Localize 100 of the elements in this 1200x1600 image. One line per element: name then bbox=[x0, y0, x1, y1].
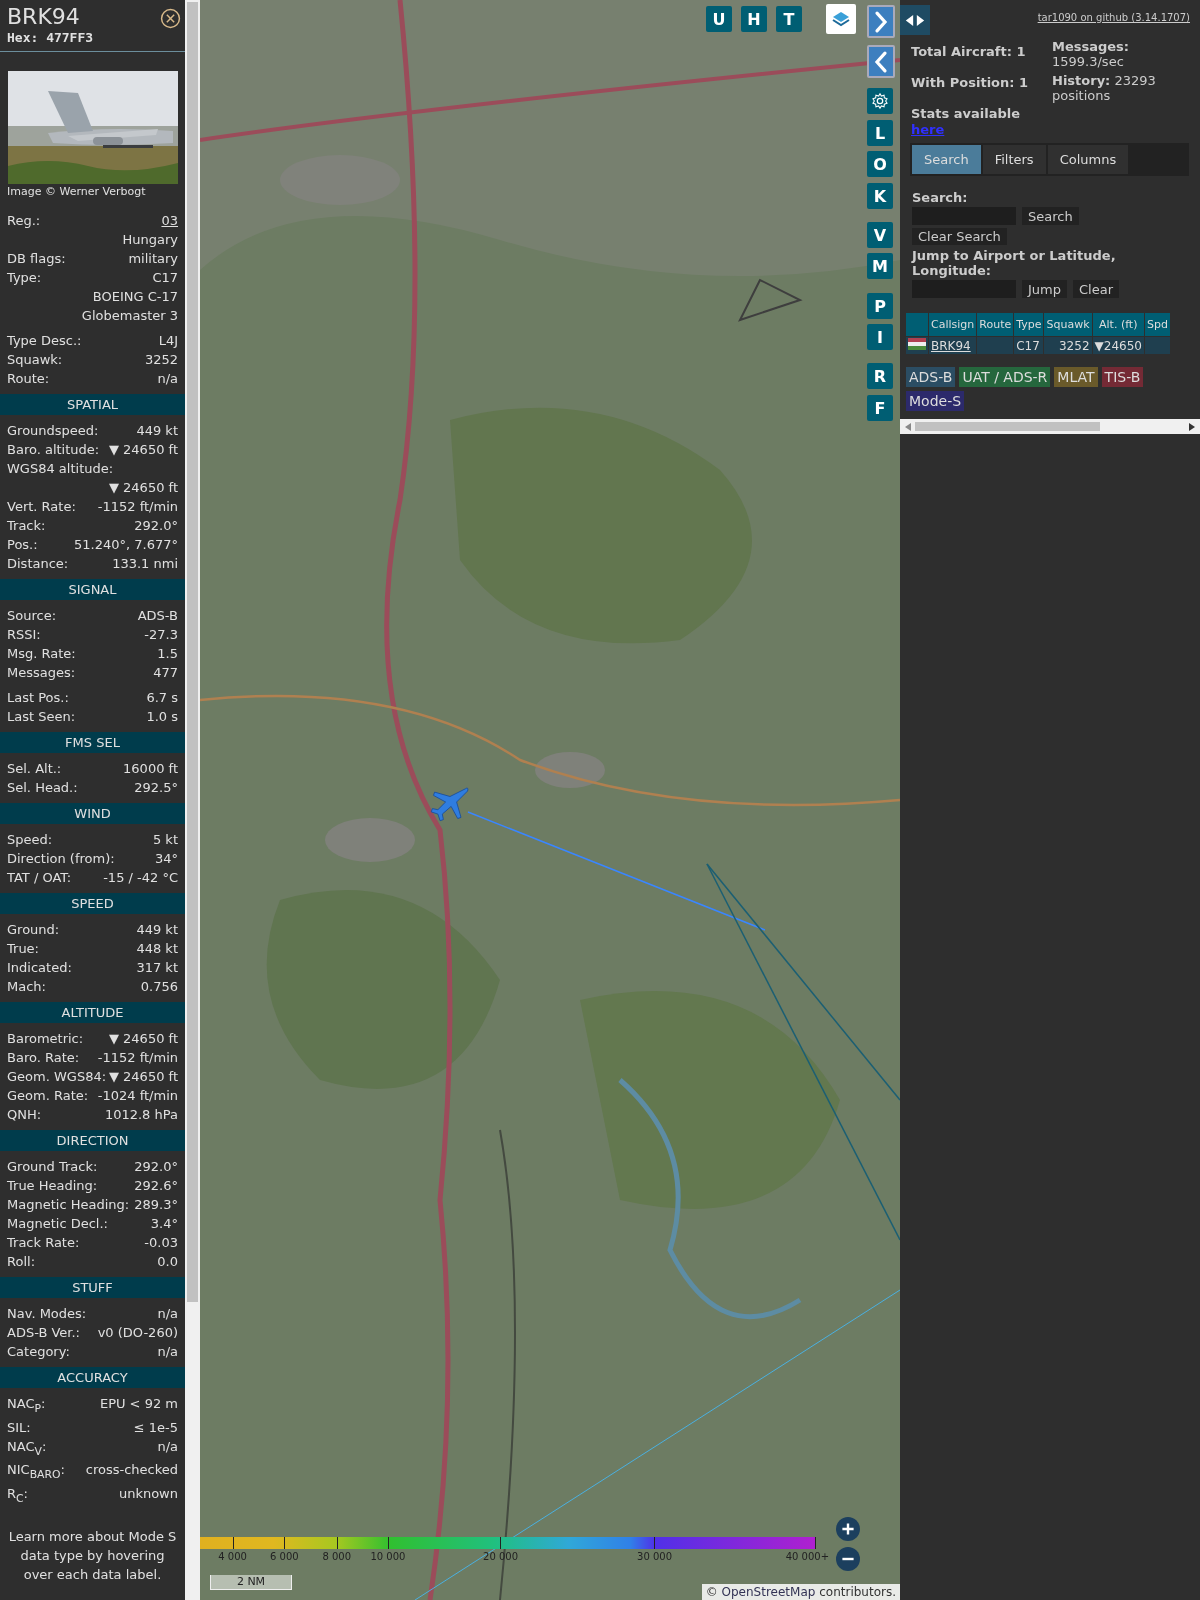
field-value: 3.4° bbox=[150, 1215, 178, 1233]
search-button[interactable]: Search bbox=[1022, 207, 1079, 225]
map-button[interactable]: I bbox=[867, 324, 893, 350]
github-link[interactable]: tar1090 on github (3.14.1707) bbox=[1037, 12, 1190, 23]
scroll-left-icon[interactable] bbox=[905, 422, 911, 431]
next-button[interactable] bbox=[867, 5, 895, 38]
map-button[interactable]: H bbox=[741, 6, 767, 32]
column-header[interactable]: Spd bbox=[1144, 313, 1170, 336]
settings-button[interactable] bbox=[867, 88, 893, 114]
toggle-panel-button[interactable] bbox=[900, 5, 930, 35]
tab[interactable]: Columns bbox=[1047, 145, 1129, 174]
field-label: Geom. Rate: bbox=[7, 1087, 89, 1105]
field-label: Type Desc.: bbox=[7, 332, 82, 350]
jump-button[interactable]: Jump bbox=[1022, 280, 1067, 298]
field-label: TAT / OAT: bbox=[7, 869, 72, 887]
stat-text: Messages: 1599.3/sec bbox=[1052, 39, 1131, 69]
field-label: Pos.: bbox=[7, 536, 38, 554]
source-legend-tag: MLAT bbox=[1054, 367, 1098, 387]
field-label: Ground: bbox=[7, 921, 60, 939]
field-value: -1024 ft/min bbox=[97, 1087, 178, 1105]
scale-label: 20 000 bbox=[483, 1551, 519, 1562]
field-value: military bbox=[128, 250, 178, 268]
field-label: Last Pos.: bbox=[7, 689, 69, 707]
field-label: Direction (from): bbox=[7, 850, 115, 868]
field-label: Nav. Modes: bbox=[7, 1305, 87, 1323]
map-button[interactable]: L bbox=[867, 120, 893, 146]
column-header[interactable]: Squawk bbox=[1044, 313, 1092, 336]
field-label: NAC$_{V}$: bbox=[7, 1437, 47, 1460]
plus-icon bbox=[840, 1521, 856, 1537]
scrollbar[interactable] bbox=[900, 419, 1200, 434]
map-button[interactable]: P bbox=[867, 293, 893, 319]
field-label: Reg.: bbox=[7, 212, 41, 230]
field-value: n/a bbox=[157, 1305, 178, 1323]
tab[interactable]: Filters bbox=[982, 145, 1046, 174]
layers-button[interactable] bbox=[826, 4, 856, 34]
field-value: 1.5 bbox=[157, 645, 178, 663]
registration-link[interactable]: 03 bbox=[161, 211, 178, 230]
field-value: 51.240°, 7.677° bbox=[74, 536, 178, 554]
image-credit: Image © Werner Verbogt bbox=[6, 184, 147, 199]
field-value: 133.1 nmi bbox=[112, 555, 178, 573]
table-cell: 3252 bbox=[1044, 337, 1092, 354]
field-label: SIL: bbox=[7, 1418, 31, 1437]
field-label: Groundspeed: bbox=[7, 422, 99, 440]
section-header: WIND bbox=[0, 803, 185, 824]
field-value: 1.0 s bbox=[146, 708, 178, 726]
map-button[interactable]: R bbox=[867, 363, 893, 389]
field-label: QNH: bbox=[7, 1106, 42, 1124]
field-label: Magnetic Heading: bbox=[7, 1196, 130, 1214]
field-label: Type: bbox=[7, 269, 42, 287]
field-value: 449 kt bbox=[136, 921, 178, 939]
field-value: 289.3° bbox=[134, 1196, 178, 1214]
section-header: SPEED bbox=[0, 893, 185, 914]
field-value: 448 kt bbox=[136, 940, 178, 958]
map-button[interactable]: V bbox=[867, 222, 893, 248]
clear-search-button[interactable]: Clear Search bbox=[912, 228, 1007, 245]
map-button[interactable]: F bbox=[867, 395, 893, 421]
clear-button[interactable]: Clear bbox=[1073, 280, 1119, 298]
map-button[interactable]: K bbox=[867, 183, 893, 209]
column-header[interactable]: Alt. (ft) bbox=[1092, 313, 1144, 336]
field-value: 3252 bbox=[144, 351, 178, 369]
map-button[interactable]: M bbox=[867, 253, 893, 279]
close-icon[interactable] bbox=[160, 8, 181, 29]
field-label: Category: bbox=[7, 1343, 70, 1361]
field-label: Indicated: bbox=[7, 959, 72, 977]
column-header[interactable]: Callsign bbox=[929, 313, 977, 336]
column-header[interactable]: Route bbox=[977, 313, 1014, 336]
map-button[interactable]: T bbox=[776, 6, 802, 32]
field-value: ▼ 24650 ft bbox=[108, 479, 178, 497]
stat-text: With Position: 1 bbox=[911, 74, 1030, 91]
attribution-text: contributors. bbox=[819, 1585, 896, 1599]
map-button[interactable]: O bbox=[867, 151, 893, 177]
field-value: BOEING C-17 Globemaster 3 bbox=[80, 288, 178, 325]
scrollbar[interactable] bbox=[185, 0, 200, 1600]
section-header: SPATIAL bbox=[0, 394, 185, 415]
map-button[interactable]: U bbox=[706, 6, 732, 32]
field-label: Geom. WGS84: bbox=[7, 1068, 107, 1086]
field-value: C17 bbox=[152, 269, 178, 287]
jump-label: Jump to Airport or Latitude, Longitude: bbox=[912, 248, 1117, 278]
field-label: Roll: bbox=[7, 1253, 35, 1271]
field-value: 0.0 bbox=[157, 1253, 178, 1271]
chevron-left-icon bbox=[873, 49, 889, 74]
field-value: ▼ 24650 ft bbox=[108, 1030, 178, 1048]
scale-label: 8 000 bbox=[322, 1551, 352, 1562]
attribution-link[interactable]: OpenStreetMap bbox=[721, 1585, 816, 1599]
aircraft-hex: Hex: 477FF3 bbox=[7, 30, 94, 46]
field-value: ▼ 24650 ft bbox=[108, 441, 178, 459]
field-label: Track Rate: bbox=[7, 1234, 80, 1252]
field-value: n/a bbox=[157, 1437, 178, 1456]
scroll-right-icon[interactable] bbox=[1189, 422, 1195, 431]
section-header: SIGNAL bbox=[0, 579, 185, 600]
field-value: 292.6° bbox=[134, 1177, 178, 1195]
info-note: Learn more about Mode S data type by hovering over each data label. bbox=[7, 1528, 178, 1585]
column-header[interactable]: Type bbox=[1014, 313, 1044, 336]
field-value: ▼ 24650 ft bbox=[108, 1068, 178, 1086]
field-label: True Heading: bbox=[7, 1177, 98, 1195]
field-value: 34° bbox=[154, 850, 178, 868]
field-label: Ground Track: bbox=[7, 1158, 98, 1176]
field-value: 449 kt bbox=[136, 422, 178, 440]
previous-button[interactable] bbox=[867, 45, 895, 78]
field-label: WGS84 altitude: bbox=[7, 460, 114, 478]
